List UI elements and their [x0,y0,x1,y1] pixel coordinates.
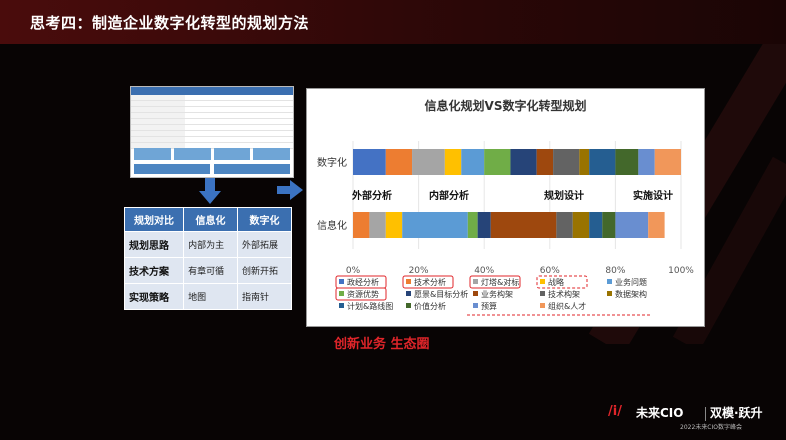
legend-swatch [406,279,411,284]
legend-label: 技术分析 [414,277,446,287]
y-category-label: 数字化 [317,156,347,169]
bar-segment [484,149,511,175]
bar-segment [648,212,665,238]
bar-segment [638,149,655,175]
legend-swatch [607,291,612,296]
x-tick-label: 80% [605,266,625,276]
bar-segment [353,149,386,175]
chart-plot: 0% 20% 40% 60% 80% 100% 数字化信息化 外部分析 内部分析 规划设计 实施设计… [317,141,694,316]
row-header: 实现策略 [123,283,185,310]
legend-swatch [540,303,545,308]
legend-swatch [339,279,344,284]
table-cell: 指南针 [237,283,292,310]
legend-swatch [473,279,478,284]
comparison-table: 规划对比 信息化 数字化 规划思路 内部为主 外部拓展 技术方案 有章可循 创新… [123,207,292,310]
logo-mark-icon: /i/ [608,404,622,419]
table-cell: 有章可循 [183,257,239,284]
legend-swatch [406,303,411,308]
bar-segment [579,149,590,175]
legend-label: 价值分析 [414,301,446,311]
stacked-bar-chart: 信息化规划VS数字化转型规划 0% 20% 40% 60% 80% 100% 数字化 信息化外… [306,88,705,327]
logo-text: 未来CIO [636,406,684,420]
x-tick-label: 40% [474,266,494,276]
logo-divider [705,407,706,421]
bar-segment [572,212,590,238]
bar-segment [490,212,557,238]
phase-annotation: 实施设计 [633,189,673,202]
bar-segment [536,149,554,175]
bar-segment [402,212,468,238]
row-header: 规划思路 [123,231,185,258]
bar-segment [589,212,603,238]
tagline: 创新业务 生态圈 [334,337,430,352]
legend-label: 资源优势 [347,289,379,299]
legend-swatch [540,291,545,296]
bar-segment [615,149,639,175]
legend-label: 政经分析 [347,277,379,287]
row-header: 技术方案 [123,257,185,284]
bar-segment [461,149,485,175]
x-tick-label: 60% [540,266,560,276]
title-bar: 思考四：制造企业数字化转型的规划方法 [0,0,786,44]
legend-label: 灯塔&对标 [481,277,519,287]
legend-label: 计划&路线图 [347,301,393,311]
bar-segment [602,212,616,238]
table-cell: 内部为主 [183,231,239,258]
legend-label: 业务构架 [481,289,513,299]
table-row: 规划思路 内部为主 外部拓展 [123,231,292,258]
bar-segment [477,212,491,238]
slide: 思考四：制造企业数字化转型的规划方法 规划对比 信息化 数字化 规划思路 内部为… [0,0,786,440]
x-tick-label: 0% [346,266,361,276]
phase-annotation: 规划设计 [544,189,584,202]
legend-swatch [607,279,612,284]
bar-segment [385,149,413,175]
bar-segment [412,149,445,175]
bar-segment [369,212,386,238]
framework-thumbnail [130,86,294,178]
legend-label: 数据架构 [615,289,647,299]
phase-annotation: 外部分析 [351,189,392,202]
header-cell: 数字化 [237,207,292,232]
x-tick-label: 20% [409,266,429,276]
header-cell: 规划对比 [123,207,185,232]
legend-swatch [473,303,478,308]
right-arrow-icon [277,180,303,200]
table-row: 实现策略 地图 指南针 [123,283,292,310]
table-cell: 地图 [183,283,239,310]
legend-swatch [540,279,545,284]
legend-swatch [339,291,344,296]
bar-segment [353,212,370,238]
x-tick-label: 100% [668,266,694,276]
legend-label: 愿景&目标分析 [414,289,468,299]
table-cell: 创新开拓 [237,257,292,284]
legend-label: 预算 [481,301,497,311]
bar-segment [510,149,537,175]
event-text: 双模·跃升 [710,406,763,420]
legend-label: 业务问题 [615,277,647,287]
slide-title: 思考四：制造企业数字化转型的规划方法 [30,14,310,32]
legend-swatch [406,291,411,296]
bar-segment [467,212,478,238]
comparison-header-row: 规划对比 信息化 数字化 [123,207,292,232]
table-row: 技术方案 有章可循 创新开拓 [123,257,292,284]
bar-segment [553,149,580,175]
legend-swatch [339,303,344,308]
down-arrow-icon [199,178,221,204]
legend-label: 组织&人才 [548,301,586,311]
legend-label: 战略 [548,277,564,287]
bar-segment [589,149,616,175]
bar-segment [556,212,573,238]
event-subtext: 2022未来CIO数字峰会 [680,424,742,431]
y-category-label: 信息化 [317,219,347,232]
table-cell: 外部拓展 [237,231,292,258]
bar-segment [385,212,403,238]
legend-swatch [473,291,478,296]
phase-annotation: 内部分析 [429,189,469,202]
bar-segment [615,212,649,238]
bar-segment [444,149,462,175]
bar-segment [654,149,681,175]
header-cell: 信息化 [183,207,239,232]
legend-label: 技术构架 [548,289,580,299]
